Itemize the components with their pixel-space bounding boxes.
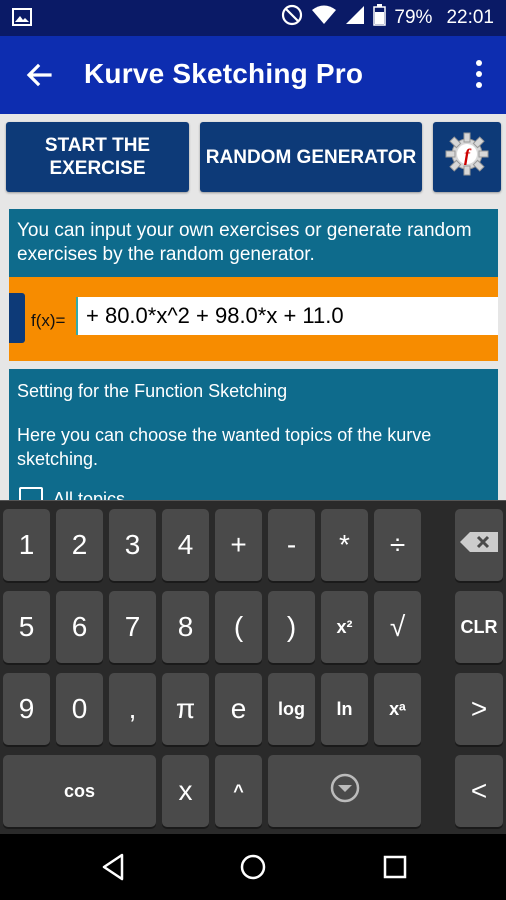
all-topics-label: All topics: [53, 489, 126, 500]
key-cos[interactable]: cos: [3, 755, 156, 827]
overflow-menu-icon[interactable]: [472, 58, 486, 92]
key-cursor-right[interactable]: >: [455, 673, 503, 745]
nav-home-icon[interactable]: [238, 852, 268, 882]
key-clear[interactable]: CLR: [455, 591, 503, 663]
battery-icon: [373, 4, 387, 32]
math-keyboard: 1 2 3 4 + - * ÷ 5 6 7 8 ( ) x² √ CLR 9 0…: [0, 500, 506, 834]
function-gear-icon: f: [444, 131, 490, 183]
key-x[interactable]: x: [162, 755, 209, 827]
key-power-a[interactable]: xᵃ: [374, 673, 421, 745]
key-hide-keyboard[interactable]: [268, 755, 421, 827]
nav-back-icon[interactable]: [98, 852, 128, 882]
random-generator-button[interactable]: RANDOM GENERATOR: [200, 122, 422, 192]
key-backspace[interactable]: [455, 509, 503, 581]
wifi-icon: [311, 5, 337, 31]
key-7[interactable]: 7: [109, 591, 156, 663]
main-content: START THE EXERCISE RANDOM GENERATOR f Yo…: [0, 114, 506, 500]
key-sqrt[interactable]: √: [374, 591, 421, 663]
status-bar: 79% 22:01: [0, 0, 506, 36]
start-button-line1: START THE: [44, 135, 151, 156]
backspace-icon: [458, 529, 500, 561]
function-input-strip: f(x)= + 80.0*x^2 + 98.0*x + 11.0: [9, 277, 498, 361]
settings-title: Setting for the Function Sketching: [17, 381, 288, 401]
key-1[interactable]: 1: [3, 509, 50, 581]
key-minus[interactable]: -: [268, 509, 315, 581]
key-9[interactable]: 9: [3, 673, 50, 745]
key-2[interactable]: 2: [56, 509, 103, 581]
all-topics-checkbox[interactable]: [19, 487, 43, 500]
function-input[interactable]: + 80.0*x^2 + 98.0*x + 11.0: [76, 297, 498, 335]
settings-description: Here you can choose the wanted topics of…: [17, 425, 432, 469]
key-3[interactable]: 3: [109, 509, 156, 581]
key-4[interactable]: 4: [162, 509, 209, 581]
start-button-line2: EXERCISE: [49, 158, 146, 179]
key-5[interactable]: 5: [3, 591, 50, 663]
info-text: You can input your own exercises or gene…: [17, 220, 472, 265]
key-ln[interactable]: ln: [321, 673, 368, 745]
status-icons: 79% 22:01: [281, 4, 494, 32]
clock: 22:01: [446, 7, 494, 28]
start-exercise-button[interactable]: START THE EXERCISE: [6, 122, 189, 192]
all-topics-option[interactable]: All topics: [19, 487, 125, 500]
key-comma[interactable]: ,: [109, 673, 156, 745]
key-cursor-left[interactable]: <: [455, 755, 503, 827]
signal-icon: [345, 5, 365, 31]
key-log[interactable]: log: [268, 673, 315, 745]
action-buttons: START THE EXERCISE RANDOM GENERATOR f: [0, 122, 506, 194]
key-close-paren[interactable]: ): [268, 591, 315, 663]
key-8[interactable]: 8: [162, 591, 209, 663]
image-icon: [12, 8, 32, 26]
settings-button[interactable]: f: [433, 122, 501, 192]
key-0[interactable]: 0: [56, 673, 103, 745]
key-divide[interactable]: ÷: [374, 509, 421, 581]
dnd-icon: [281, 4, 303, 32]
key-square[interactable]: x²: [321, 591, 368, 663]
battery-percent: 79%: [394, 7, 433, 28]
app-bar: Kurve Sketching Pro: [0, 36, 506, 114]
key-e[interactable]: e: [215, 673, 262, 745]
nav-recents-icon[interactable]: [380, 852, 410, 882]
key-6[interactable]: 6: [56, 591, 103, 663]
key-caret[interactable]: ^: [215, 755, 262, 827]
key-plus[interactable]: +: [215, 509, 262, 581]
key-pi[interactable]: π: [162, 673, 209, 745]
key-multiply[interactable]: *: [321, 509, 368, 581]
system-nav-bar: [0, 834, 506, 900]
key-open-paren[interactable]: (: [215, 591, 262, 663]
back-arrow-icon[interactable]: [24, 60, 54, 90]
drawer-handle[interactable]: [9, 293, 25, 343]
app-title: Kurve Sketching Pro: [84, 58, 364, 89]
hide-keyboard-icon: [329, 772, 361, 811]
info-panel: You can input your own exercises or gene…: [9, 209, 498, 277]
settings-panel: Setting for the Function Sketching Here …: [9, 369, 498, 500]
function-label: f(x)=: [31, 311, 66, 330]
